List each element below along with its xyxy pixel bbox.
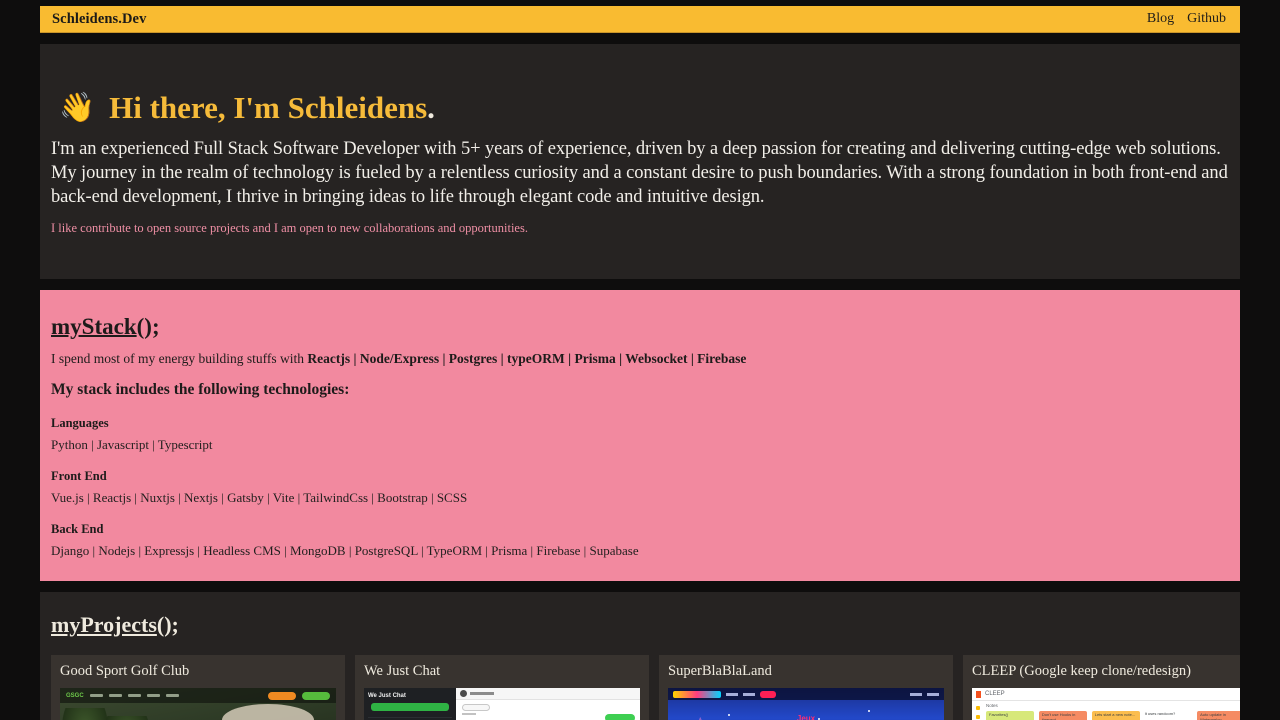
hero-greeting-text: Hi there, I'm Schleidens. xyxy=(109,90,435,125)
project-thumbnail-golf: GSGC Play Golf. Serve Others. Be a Good … xyxy=(60,688,336,720)
nav-item-placeholder xyxy=(927,692,939,696)
projects-heading: myProjects(); xyxy=(51,612,1229,638)
stack-heading-underlined: myStack xyxy=(51,314,137,339)
chat-sidebar: We Just Chat xyxy=(364,688,456,720)
project-card-title: Good Sport Golf Club xyxy=(60,663,190,679)
project-card-title: CLEEP (Google keep clone/redesign) xyxy=(972,663,1191,679)
cleep-app-name: CLEEP xyxy=(985,691,1005,697)
nav-item-placeholder xyxy=(743,692,755,696)
nav-link-blog[interactable]: Blog xyxy=(1147,11,1174,27)
page-root: Schleidens.Dev Blog Github 👋 Hi there, I… xyxy=(0,6,1280,720)
keep-notes-row: Favorites() Don't use Hooks in tigevent … xyxy=(986,711,1240,720)
stack-category-backend-items: Django | Nodejs | Expressjs | Headless C… xyxy=(51,543,639,558)
chat-app-name: We Just Chat xyxy=(368,693,406,699)
notes-icon xyxy=(976,706,980,710)
nav-item-placeholder xyxy=(165,694,179,697)
project-thumbnail-chat: We Just Chat xyxy=(364,688,640,720)
project-thumbnail-cleep: CLEEP Notes Favorites() Don't use Hooks … xyxy=(972,688,1240,720)
sbl-headline: Jeux xyxy=(796,714,816,720)
gsgc-logo: GSGC xyxy=(66,692,84,699)
stack-lead-prefix: I spend most of my energy building stuff… xyxy=(51,351,308,366)
stack-category-languages-label: Languages xyxy=(51,416,109,430)
project-card-we-just-chat[interactable]: We Just Chat We Just Chat xyxy=(355,655,649,720)
stack-lead-technologies: Reactjs | Node/Express | Postgres | type… xyxy=(307,351,747,366)
hero-section: 👋 Hi there, I'm Schleidens. I'm an exper… xyxy=(40,44,1240,279)
stack-category-backend-label: Back End xyxy=(51,522,104,536)
date-pill xyxy=(462,704,490,711)
stack-category-frontend-label: Front End xyxy=(51,469,107,483)
site-brand[interactable]: Schleidens.Dev xyxy=(52,11,146,28)
thumbnail-navbar xyxy=(668,688,944,700)
project-card-title: SuperBlaBlaLand xyxy=(668,663,772,679)
note-card-plain: It uses randcom? xyxy=(1144,711,1176,716)
orange-button-shape xyxy=(268,691,296,700)
tree-shape xyxy=(62,708,108,720)
thumbnail-navbar: GSGC xyxy=(60,688,336,703)
nav-item-placeholder xyxy=(910,692,922,696)
keep-side-rail xyxy=(972,701,984,720)
chat-conversation-pane xyxy=(456,688,640,720)
project-thumbnail-superblablaland: Jeux La chasse aux SUPER CADEAU xyxy=(668,688,944,720)
project-card-list: Good Sport Golf Club GSGC We Just Chat W… xyxy=(51,655,1240,720)
hero-heading: 👋 Hi there, I'm Schleidens. xyxy=(51,90,1229,126)
nav-right-group xyxy=(910,692,939,696)
projects-heading-suffix: (); xyxy=(156,612,179,637)
stack-category-frontend-items: Vue.js | Reactjs | Nuxtjs | Nextjs | Gat… xyxy=(51,490,468,505)
nav-cta-button-shape xyxy=(760,690,776,698)
top-navigation-bar: Schleidens.Dev Blog Github xyxy=(40,6,1240,33)
stack-heading: myStack(); xyxy=(51,314,1229,340)
note-card: Favorites() xyxy=(986,711,1034,720)
green-button-shape xyxy=(302,691,330,700)
keep-notes-grid: Notes Favorites() Don't use Hooks in tig… xyxy=(986,703,1240,720)
superblablaland-logo xyxy=(673,690,721,698)
avatar xyxy=(460,690,467,697)
nav-item-placeholder xyxy=(89,694,103,697)
hero-greeting-period: . xyxy=(427,90,435,125)
outgoing-message-bubble xyxy=(605,714,635,720)
nav-item-placeholder xyxy=(726,692,738,696)
nav-link-github[interactable]: Github xyxy=(1187,11,1226,27)
umbrella-shape xyxy=(222,704,314,720)
stack-lead: I spend most of my energy building stuff… xyxy=(51,351,1229,367)
project-card-good-sport-golf-club[interactable]: Good Sport Golf Club GSGC xyxy=(51,655,345,720)
message-timestamp xyxy=(462,713,476,715)
tree-shape xyxy=(104,716,150,720)
project-card-cleep[interactable]: CLEEP (Google keep clone/redesign) CLEEP… xyxy=(963,655,1240,720)
reminders-icon xyxy=(976,715,980,719)
nav-item-placeholder xyxy=(127,694,141,697)
nav-item-placeholder xyxy=(108,694,122,697)
projects-heading-underlined: myProjects xyxy=(51,612,157,637)
stack-section: myStack(); I spend most of my energy bui… xyxy=(40,290,1240,581)
note-card: Auto update in Watermelon xyxy=(1197,711,1240,720)
keep-header: CLEEP xyxy=(972,688,1240,701)
projects-section: myProjects(); Good Sport Golf Club GSGC xyxy=(40,592,1240,720)
note-card: Don't use Hooks in tigevent xyxy=(1038,711,1087,720)
stack-heading-suffix: (); xyxy=(136,314,160,339)
hero-note: I like contribute to open source project… xyxy=(51,221,528,236)
note-card: Lets start a new note... xyxy=(1091,711,1140,720)
new-chat-button-shape xyxy=(371,703,449,711)
conversation-name xyxy=(470,692,494,695)
conversation-header xyxy=(456,688,640,700)
cleep-logo-icon xyxy=(976,690,981,698)
waving-hand-icon: 👋 xyxy=(59,90,96,125)
hero-paragraph: I'm an experienced Full Stack Software D… xyxy=(51,138,1228,208)
stack-category-languages-items: Python | Javascript | Typescript xyxy=(51,437,213,452)
keep-section-label: Notes xyxy=(986,703,998,708)
project-card-superblablaland[interactable]: SuperBlaBlaLand Jeux xyxy=(659,655,953,720)
nav-item-placeholder xyxy=(146,694,160,697)
stack-subtitle: My stack includes the following technolo… xyxy=(51,381,350,398)
project-card-title: We Just Chat xyxy=(364,663,441,679)
nav-links: Blog Github xyxy=(1147,11,1226,27)
